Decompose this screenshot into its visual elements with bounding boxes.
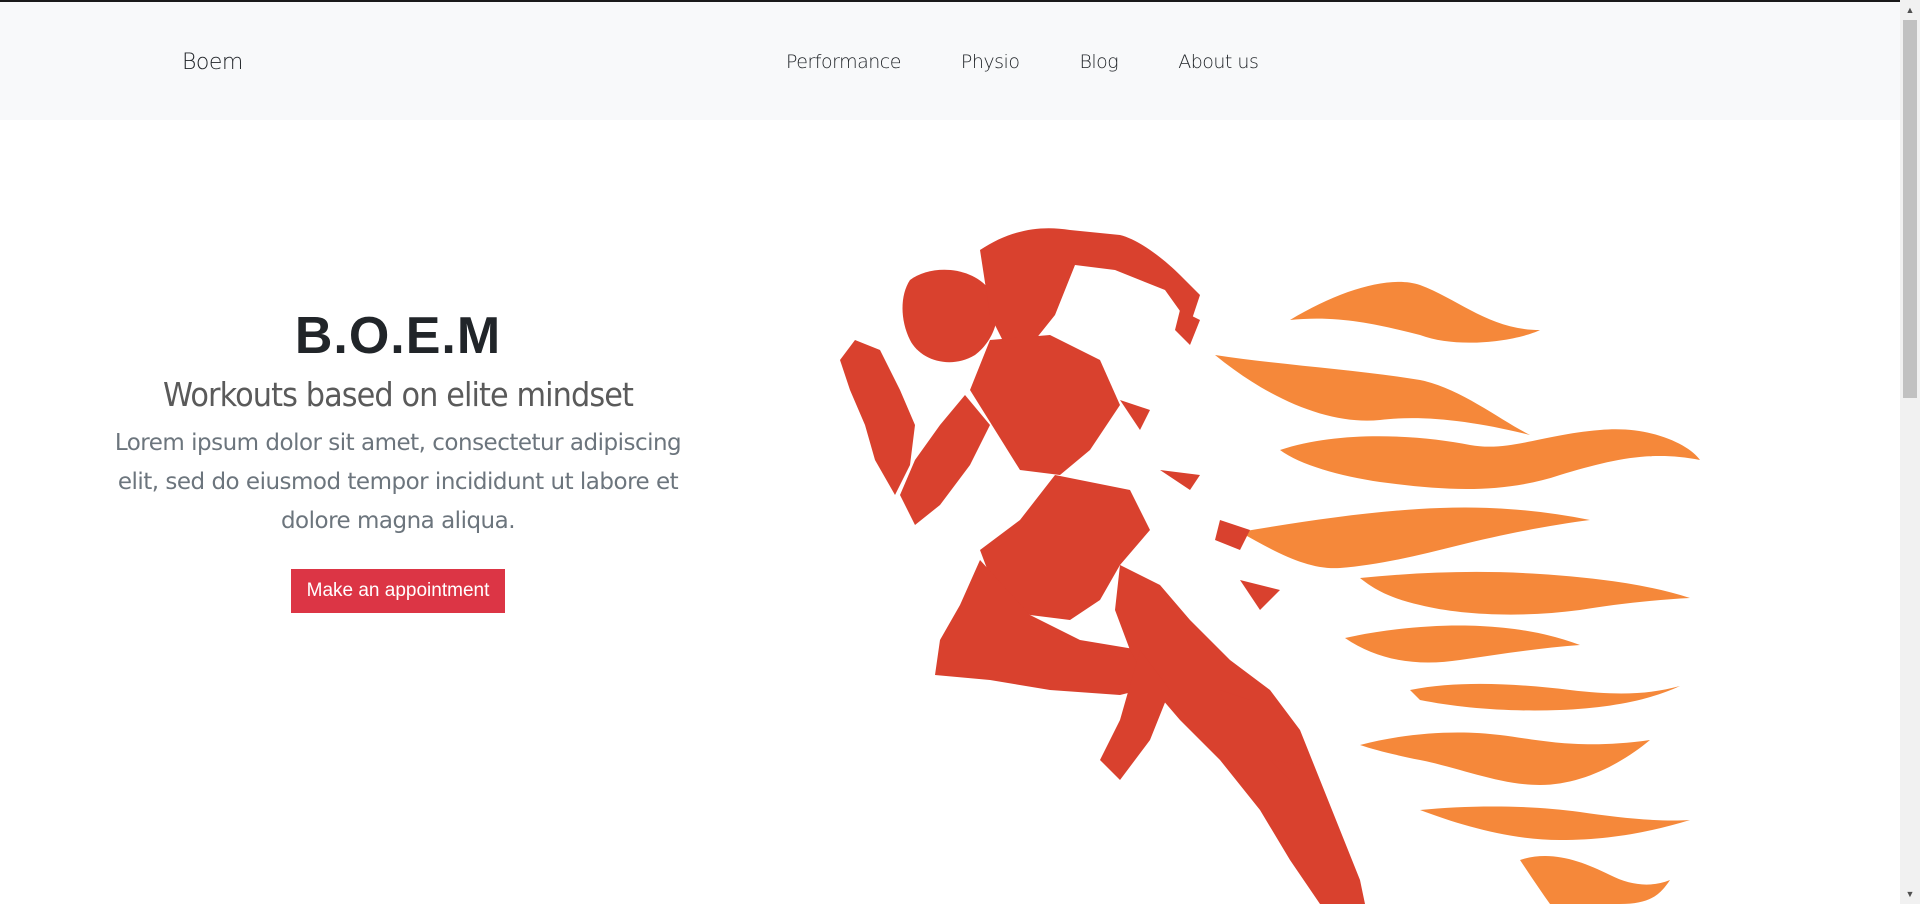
- make-appointment-button[interactable]: Make an appointment: [290, 569, 506, 614]
- navbar: Boem Performance Physio Blog About us: [0, 2, 1900, 120]
- runner-illustration: [840, 228, 1700, 904]
- nav-link-blog[interactable]: Blog: [1079, 51, 1118, 73]
- nav-link-physio[interactable]: Physio: [961, 51, 1020, 73]
- hero-description: Lorem ipsum dolor sit amet, consectetur …: [114, 430, 682, 535]
- runner-silhouette: [840, 228, 1365, 904]
- brand-logo-link[interactable]: Boem: [182, 50, 243, 75]
- nav-link-about-us[interactable]: About us: [1178, 51, 1259, 73]
- nav-links: Performance Physio Blog About us: [786, 51, 1318, 73]
- vertical-scrollbar[interactable]: ▲ ▼: [1900, 0, 1920, 904]
- nav-link-performance[interactable]: Performance: [786, 51, 901, 73]
- hero-text: B.O.E.M Workouts based on elite mindset …: [95, 305, 701, 614]
- scroll-up-arrow-icon[interactable]: ▲: [1900, 2, 1920, 18]
- scroll-down-arrow-icon[interactable]: ▼: [1900, 886, 1920, 902]
- hero-title: B.O.E.M: [294, 307, 502, 365]
- scroll-thumb[interactable]: [1903, 20, 1917, 398]
- hero-subtitle: Workouts based on elite mindset: [163, 375, 634, 415]
